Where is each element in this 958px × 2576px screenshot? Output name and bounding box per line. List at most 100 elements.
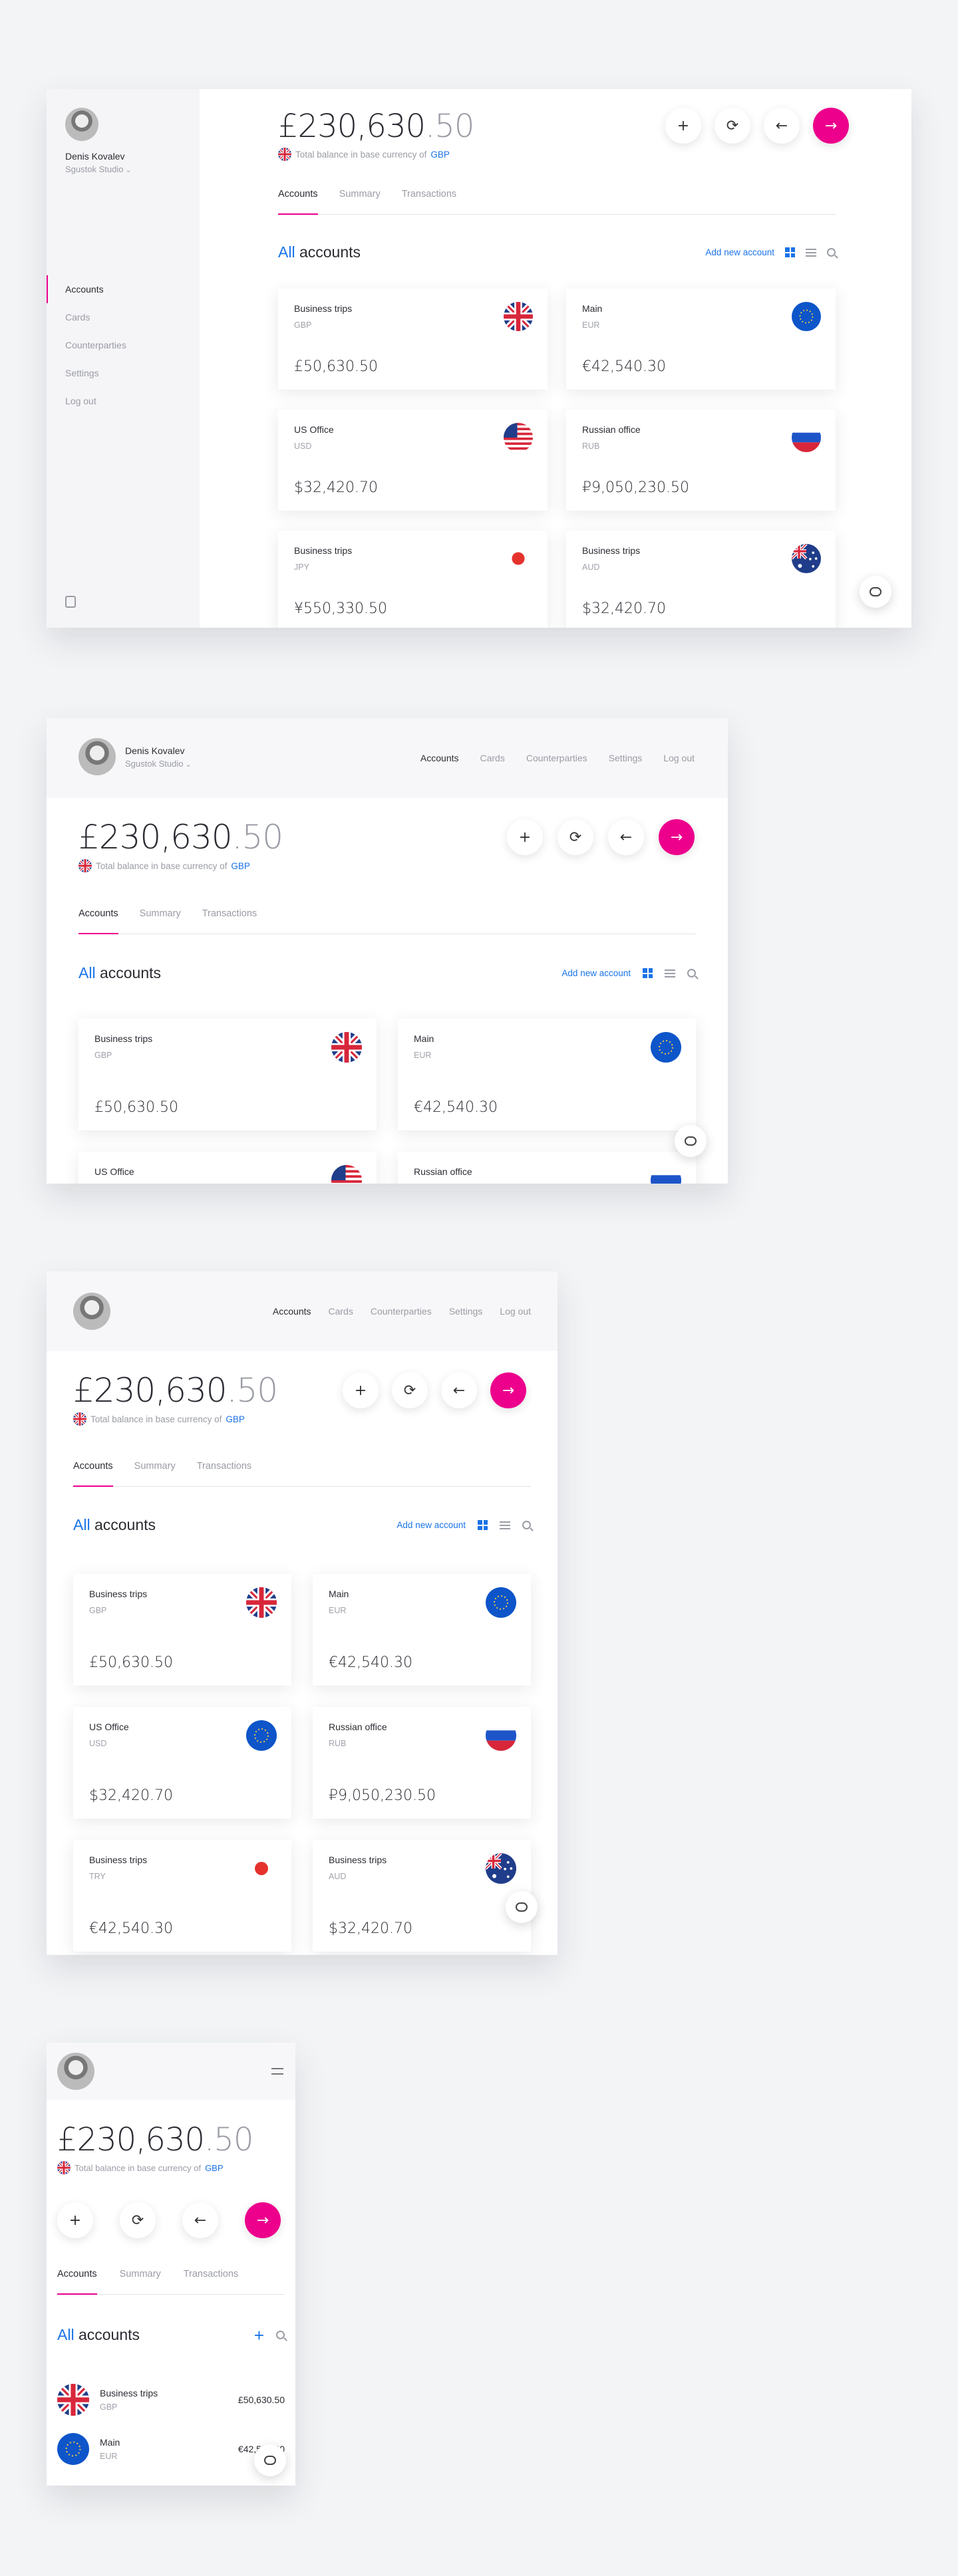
refresh-button[interactable]: ⟳ [392, 1372, 428, 1408]
chat-button[interactable] [506, 1891, 538, 1923]
tab-summary[interactable]: Summary [339, 189, 381, 214]
add-button[interactable]: + [343, 1372, 379, 1408]
avatar[interactable] [57, 2053, 94, 2090]
grid-view-icon[interactable] [785, 247, 795, 257]
nav-logout[interactable]: Log out [663, 753, 695, 763]
send-button[interactable]: → [813, 108, 849, 144]
back-button[interactable]: ← [441, 1372, 477, 1408]
account-card[interactable]: US OfficeUSD$32,420.70 [278, 410, 548, 511]
account-card[interactable]: Business trips AUD $32,420.70 [566, 531, 836, 628]
nav-logout[interactable]: Log out [500, 1306, 531, 1317]
account-card[interactable]: US OfficeUSD$32,420.70 [79, 1152, 377, 1184]
base-currency-link[interactable]: GBP [226, 1414, 245, 1424]
grid-view-icon[interactable] [478, 1520, 488, 1530]
avatar[interactable] [73, 1293, 110, 1330]
base-currency-link[interactable]: GBP [231, 861, 250, 871]
user-profile[interactable]: Denis Kovalev Sgustok Studio [79, 738, 192, 775]
account-card[interactable]: Main EUR €42,540.30 [313, 1574, 531, 1686]
account-card[interactable]: Business trips JPY ¥550,330.50 [278, 531, 548, 628]
add-account-icon[interactable]: + [254, 2327, 264, 2344]
menu-icon[interactable] [271, 2068, 283, 2075]
sidebar-item-accounts[interactable]: Accounts [47, 275, 200, 303]
account-card[interactable]: Main EUR €42,540.30 [566, 289, 836, 390]
nav-accounts[interactable]: Accounts [273, 1306, 311, 1317]
account-card[interactable]: Business trips GBP £50,630.50 [278, 289, 548, 390]
add-account-link[interactable]: Add new account [397, 1520, 466, 1530]
nav-settings[interactable]: Settings [609, 753, 643, 763]
grid-view-icon[interactable] [643, 968, 653, 978]
tab-accounts[interactable]: Accounts [278, 189, 318, 215]
tab-accounts[interactable]: Accounts [79, 908, 118, 934]
tab-summary[interactable]: Summary [120, 2269, 161, 2294]
search-icon[interactable] [276, 2331, 285, 2339]
account-card[interactable]: Main EUR €42,540.30 [398, 1019, 696, 1130]
base-currency-link[interactable]: GBP [205, 2163, 223, 2173]
nav-accounts[interactable]: Accounts [420, 753, 459, 763]
sidebar-item-cards[interactable]: Cards [47, 303, 200, 331]
sidebar-item-counterparties[interactable]: Counterparties [47, 331, 200, 359]
chat-button[interactable] [254, 2444, 286, 2476]
user-profile[interactable]: Denis Kovalev Sgustok Studio [65, 108, 132, 174]
section-title: All accounts [73, 1516, 156, 1533]
sidebar-item-logout[interactable]: Log out [47, 387, 200, 415]
search-icon[interactable] [827, 248, 836, 257]
nav-cards[interactable]: Cards [329, 1306, 353, 1317]
add-button[interactable]: + [507, 819, 543, 855]
nav-counterparties[interactable]: Counterparties [371, 1306, 432, 1317]
account-amount: £50,630.50 [238, 2394, 285, 2405]
tab-accounts[interactable]: Accounts [57, 2269, 97, 2295]
search-icon[interactable] [687, 969, 696, 977]
chat-button[interactable] [860, 576, 891, 608]
account-amount: €42,540.30 [329, 1654, 412, 1671]
add-account-link[interactable]: Add new account [705, 247, 774, 257]
account-row[interactable]: Business trips GBP £50,630.50 [57, 2375, 285, 2424]
tab-accounts[interactable]: Accounts [73, 1461, 113, 1487]
search-icon[interactable] [522, 1521, 531, 1529]
send-button[interactable]: → [245, 2202, 281, 2238]
action-buttons: + ⟳ ← → [343, 1372, 526, 1408]
account-card[interactable]: Business trips AUD $32,420.70 [313, 1840, 531, 1952]
us-flag-icon [504, 423, 533, 452]
back-button[interactable]: ← [764, 108, 800, 144]
refresh-button[interactable]: ⟳ [558, 819, 593, 855]
send-button[interactable]: → [490, 1372, 526, 1408]
user-org[interactable]: Sgustok Studio [125, 759, 192, 769]
list-view-icon[interactable] [500, 1521, 510, 1529]
account-card[interactable]: Russian officeRUB₽9,050,230.50 [398, 1152, 696, 1184]
nav-cards[interactable]: Cards [480, 753, 505, 763]
tab-summary[interactable]: Summary [134, 1461, 176, 1486]
add-account-link[interactable]: Add new account [561, 968, 631, 978]
back-button[interactable]: ← [182, 2202, 218, 2238]
base-currency-link[interactable]: GBP [430, 150, 450, 160]
nav-counterparties[interactable]: Counterparties [526, 753, 587, 763]
send-button[interactable]: → [659, 819, 695, 855]
add-button[interactable]: + [665, 108, 701, 144]
list-view-icon[interactable] [806, 248, 816, 257]
chat-button[interactable] [675, 1125, 707, 1157]
refresh-button[interactable]: ⟳ [715, 108, 750, 144]
support-icon[interactable] [65, 596, 76, 608]
user-org[interactable]: Sgustok Studio [65, 164, 132, 174]
tab-transactions[interactable]: Transactions [402, 189, 456, 214]
list-view-icon[interactable] [665, 969, 675, 977]
eu-flag-icon [792, 302, 821, 331]
chat-icon [264, 2456, 276, 2465]
back-button[interactable]: ← [608, 819, 644, 855]
balance-amount: £230,630.50 [79, 818, 283, 856]
account-card[interactable]: Business trips GBP £50,630.50 [79, 1019, 377, 1130]
refresh-button[interactable]: ⟳ [120, 2202, 156, 2238]
account-card[interactable]: Russian officeRUB₽9,050,230.50 [566, 410, 836, 511]
add-button[interactable]: + [57, 2202, 93, 2238]
tab-summary[interactable]: Summary [140, 908, 181, 934]
tab-transactions[interactable]: Transactions [197, 1461, 251, 1486]
account-row[interactable]: MainEUR€42,540.30 [57, 2424, 285, 2474]
accounts-list: Business tripsGBP£50,630.50MainEUR€42,54… [57, 2375, 285, 2474]
account-card[interactable]: Business trips GBP £50,630.50 [73, 1574, 291, 1686]
account-card[interactable]: Business trips TRY €42,540.30 [73, 1840, 291, 1952]
tab-transactions[interactable]: Transactions [202, 908, 257, 934]
tab-transactions[interactable]: Transactions [184, 2269, 238, 2294]
sidebar-item-settings[interactable]: Settings [47, 359, 200, 387]
account-card[interactable]: US OfficeUSD$32,420.70 [73, 1707, 291, 1819]
nav-settings[interactable]: Settings [449, 1306, 483, 1317]
account-card[interactable]: Russian officeRUB₽9,050,230.50 [313, 1707, 531, 1819]
